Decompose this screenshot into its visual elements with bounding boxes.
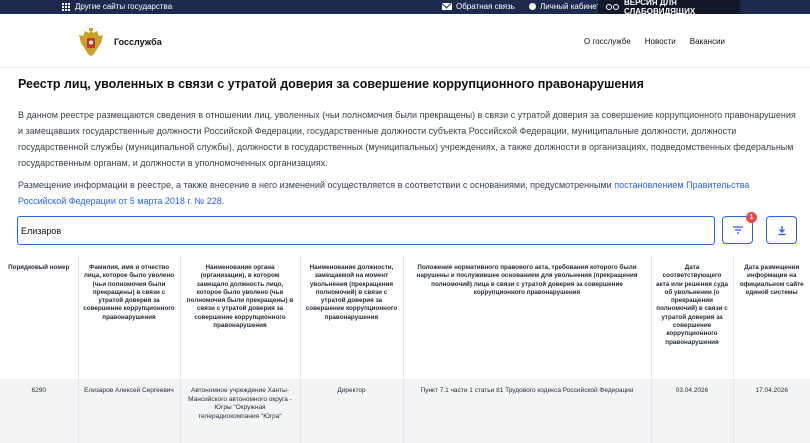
- col-header-provision[interactable]: Положение нормативного правового акта, т…: [403, 256, 652, 379]
- coat-of-arms-logo[interactable]: [78, 27, 104, 57]
- download-icon: [778, 225, 785, 235]
- col-header-posted-date[interactable]: Дата размещения информации на официально…: [733, 256, 810, 379]
- nav-about[interactable]: О госслужбе: [584, 37, 631, 46]
- nav-vacancies[interactable]: Вакансии: [690, 37, 725, 46]
- basis-end: .: [221, 196, 225, 206]
- col-header-organization[interactable]: Наименование органа (организации), в кот…: [180, 256, 301, 379]
- col-header-act-date[interactable]: Дата соответствующего акта или решения с…: [651, 256, 734, 379]
- nav-news[interactable]: Новости: [645, 37, 676, 46]
- search-input[interactable]: [17, 216, 715, 245]
- cell-provision: Пункт 7.1 части 1 статьи 81 Трудового ко…: [403, 379, 652, 443]
- other-sites-label: Другие сайты государства: [75, 2, 173, 11]
- feedback-link[interactable]: Обратная связь: [442, 2, 515, 11]
- basis-text: Размещение информации в реестре, а также…: [18, 180, 615, 190]
- grid-icon: [62, 2, 70, 11]
- site-header: Госслужба О госслужбе Новости Вакансии: [0, 14, 810, 68]
- col-header-name[interactable]: Фамилия, имя и отчество лица, которое бы…: [78, 256, 181, 379]
- other-sites-link[interactable]: Другие сайты государства: [62, 2, 172, 11]
- table-row[interactable]: 6290 Елизаров Алексей Сергеевич Автономн…: [0, 379, 810, 443]
- col-header-position[interactable]: Наименование должности, замещаемой на мо…: [300, 256, 404, 379]
- top-bar: Другие сайты государства Обратная связь …: [0, 0, 810, 16]
- filter-icon: [732, 226, 743, 234]
- col-header-number[interactable]: Порядковый номер: [0, 256, 79, 379]
- cell-name: Елизаров Алексей Сергеевич: [78, 379, 181, 443]
- download-button[interactable]: [766, 216, 797, 244]
- cell-organization: Автономное учреждение Ханты-Мансийского …: [180, 379, 301, 443]
- page-title: Реестр лиц, уволенных в связи с утратой …: [18, 77, 644, 91]
- intro-paragraph: В данном реестре размещаются сведения в …: [18, 110, 796, 168]
- vision-version-button[interactable]: ВЕРСИЯ ДЛЯ СЛАБОВИДЯЩИХ: [598, 0, 740, 16]
- main-nav: О госслужбе Новости Вакансии: [584, 37, 725, 46]
- cell-position: Директор: [300, 379, 404, 443]
- cabinet-label: Личный кабинет: [539, 2, 601, 11]
- feedback-label: Обратная связь: [456, 2, 515, 11]
- filter-button[interactable]: 1: [722, 212, 757, 244]
- cell-number: 6290: [0, 379, 79, 443]
- cell-act-date: 03.04.2026: [651, 379, 734, 443]
- brand-name[interactable]: Госслужба: [114, 37, 162, 47]
- table-header-row: Порядковый номер Фамилия, имя и отчество…: [0, 256, 810, 379]
- registry-table: Порядковый номер Фамилия, имя и отчество…: [0, 256, 810, 443]
- cabinet-link[interactable]: Личный кабинет: [528, 2, 601, 11]
- mail-icon: [442, 3, 452, 10]
- user-icon: [528, 3, 536, 10]
- basis-paragraph: Размещение информации в реестре, а также…: [18, 177, 798, 209]
- cell-posted-date: 17.04.2026: [733, 379, 810, 443]
- glasses-icon: [606, 4, 619, 10]
- filter-count-badge: 1: [746, 212, 757, 223]
